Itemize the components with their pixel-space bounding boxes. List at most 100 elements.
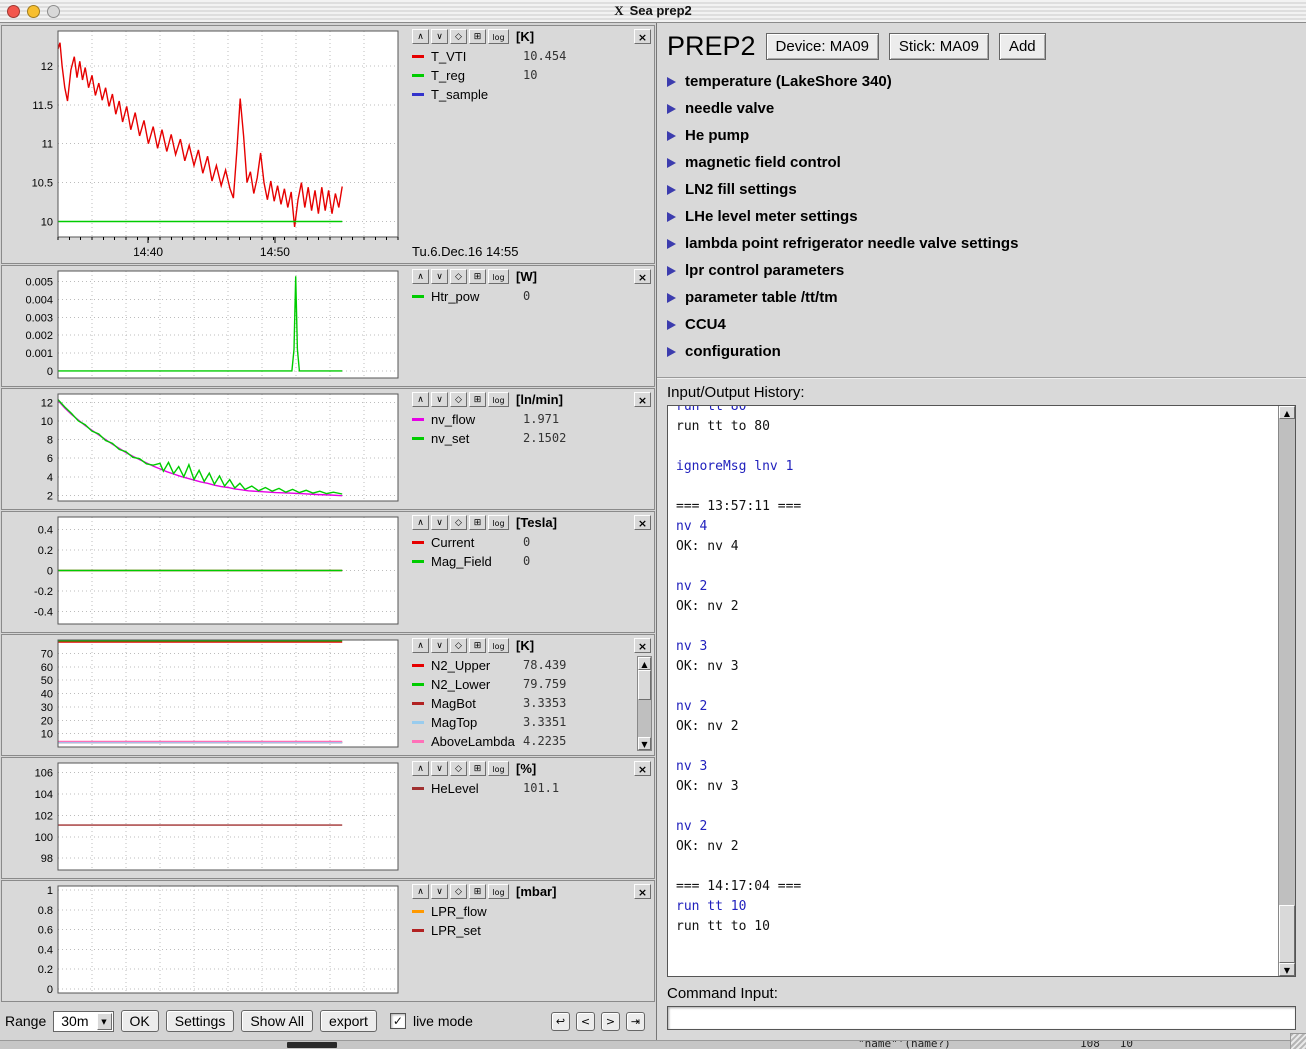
chart-scroll-down-button[interactable]: ∨: [431, 269, 448, 284]
chart-log-scale-button[interactable]: log: [488, 29, 509, 44]
legend-item-abovelambda[interactable]: AboveLambda4.2235: [412, 733, 633, 749]
chart-scroll-down-button[interactable]: ∨: [431, 515, 448, 530]
jump-latest-button[interactable]: ↩: [551, 1012, 570, 1031]
chart-close-button[interactable]: ×: [634, 392, 651, 407]
chart-log-scale-button[interactable]: log: [488, 392, 509, 407]
legend-item-lpr_flow[interactable]: LPR_flow: [412, 903, 651, 919]
section-magnetic-field-control[interactable]: magnetic field control: [657, 149, 1306, 176]
section-temperature-lakeshore-340[interactable]: temperature (LakeShore 340): [657, 68, 1306, 95]
section-parameter-table-tt-tm[interactable]: parameter table /tt/tm: [657, 284, 1306, 311]
chart-log-scale-button[interactable]: log: [488, 884, 509, 899]
chart-plot-nv-flow[interactable]: 12108642: [2, 389, 406, 509]
stick-button[interactable]: Stick: MA09: [889, 33, 989, 60]
chart-close-button[interactable]: ×: [634, 761, 651, 776]
chart-zoom-button[interactable]: ◇: [450, 29, 467, 44]
chart-scroll-up-button[interactable]: ∧: [412, 638, 429, 653]
section-lhe-level-meter-settings[interactable]: LHe level meter settings: [657, 203, 1306, 230]
section-configuration[interactable]: configuration: [657, 338, 1306, 365]
command-input[interactable]: [667, 1006, 1296, 1030]
window-titlebar[interactable]: XSea prep2: [0, 0, 1306, 23]
scrollbar-thumb[interactable]: [638, 670, 651, 700]
chart-zoom-button[interactable]: ◇: [450, 761, 467, 776]
section-he-pump[interactable]: He pump: [657, 122, 1306, 149]
io-history-scrollbar[interactable]: ▲ ▼: [1278, 406, 1295, 976]
range-select[interactable]: 30m ▼: [53, 1011, 113, 1032]
chart-grid-button[interactable]: ⊞: [469, 638, 486, 653]
scroll-down-button[interactable]: ▼: [1279, 963, 1295, 976]
chart-plot-n2[interactable]: 70605040302010: [2, 635, 406, 755]
chart-plot-he-level[interactable]: 10610410210098: [2, 758, 406, 878]
chart-grid-button[interactable]: ⊞: [469, 29, 486, 44]
window-resize-grip[interactable]: [1290, 1033, 1306, 1049]
legend-item-t_sample[interactable]: T_sample: [412, 86, 651, 102]
chart-log-scale-button[interactable]: log: [488, 638, 509, 653]
chart-scroll-down-button[interactable]: ∨: [431, 392, 448, 407]
section-ln2-fill-settings[interactable]: LN2 fill settings: [657, 176, 1306, 203]
legend-scrollbar[interactable]: ▲▼: [637, 656, 652, 751]
chart-grid-button[interactable]: ⊞: [469, 392, 486, 407]
legend-item-t_vti[interactable]: T_VTI10.454: [412, 48, 651, 64]
chart-log-scale-button[interactable]: log: [488, 761, 509, 776]
section-ccu4[interactable]: CCU4: [657, 311, 1306, 338]
chart-scroll-up-button[interactable]: ∧: [412, 515, 429, 530]
legend-item-magtop[interactable]: MagTop3.3351: [412, 714, 633, 730]
chart-log-scale-button[interactable]: log: [488, 515, 509, 530]
window-close-button[interactable]: [7, 5, 20, 18]
jump-end-button[interactable]: ⇥: [626, 1012, 645, 1031]
live-mode-checkbox[interactable]: ✓: [390, 1013, 406, 1029]
chart-scroll-down-button[interactable]: ∨: [431, 29, 448, 44]
legend-item-current[interactable]: Current0: [412, 534, 651, 550]
section-needle-valve[interactable]: needle valve: [657, 95, 1306, 122]
page-right-button[interactable]: >: [601, 1012, 620, 1031]
window-minimize-button[interactable]: [27, 5, 40, 18]
scrollbar-trough[interactable]: [638, 670, 651, 737]
scroll-up-button[interactable]: ▲: [1279, 406, 1295, 419]
chart-zoom-button[interactable]: ◇: [450, 884, 467, 899]
chart-zoom-button[interactable]: ◇: [450, 392, 467, 407]
legend-item-lpr_set[interactable]: LPR_set: [412, 922, 651, 938]
legend-item-nv_flow[interactable]: nv_flow1.971: [412, 411, 651, 427]
chart-plot-magnet[interactable]: 0.40.20-0.2-0.4: [2, 512, 406, 632]
chart-grid-button[interactable]: ⊞: [469, 269, 486, 284]
ok-button[interactable]: OK: [121, 1010, 159, 1032]
scrollbar-trough[interactable]: [1279, 419, 1295, 963]
chart-scroll-up-button[interactable]: ∧: [412, 761, 429, 776]
legend-item-n2_lower[interactable]: N2_Lower79.759: [412, 676, 633, 692]
chart-scroll-up-button[interactable]: ∧: [412, 269, 429, 284]
chart-zoom-button[interactable]: ◇: [450, 515, 467, 530]
scroll-up-button[interactable]: ▲: [638, 657, 651, 670]
chart-scroll-up-button[interactable]: ∧: [412, 884, 429, 899]
chart-scroll-down-button[interactable]: ∨: [431, 884, 448, 899]
chart-close-button[interactable]: ×: [634, 269, 651, 284]
chart-close-button[interactable]: ×: [634, 29, 651, 44]
io-history-box[interactable]: run tt 80run tt to 80 ignoreMsg lnv 1 ==…: [667, 405, 1296, 977]
chart-plot-heater[interactable]: 0.0050.0040.0030.0020.0010: [2, 266, 406, 386]
chart-plot-vti[interactable]: 1211.51110.51014:4014:50: [2, 26, 406, 263]
chart-grid-button[interactable]: ⊞: [469, 884, 486, 899]
chart-scroll-down-button[interactable]: ∨: [431, 638, 448, 653]
legend-item-htr_pow[interactable]: Htr_pow0: [412, 288, 651, 304]
legend-item-magbot[interactable]: MagBot3.3353: [412, 695, 633, 711]
scrollbar-thumb[interactable]: [1279, 905, 1295, 963]
export-button[interactable]: export: [320, 1010, 377, 1032]
settings-button[interactable]: Settings: [166, 1010, 235, 1032]
chart-close-button[interactable]: ×: [634, 884, 651, 899]
chart-zoom-button[interactable]: ◇: [450, 638, 467, 653]
chart-scroll-up-button[interactable]: ∧: [412, 392, 429, 407]
chart-grid-button[interactable]: ⊞: [469, 515, 486, 530]
chart-zoom-button[interactable]: ◇: [450, 269, 467, 284]
chart-scroll-down-button[interactable]: ∨: [431, 761, 448, 776]
show-all-button[interactable]: Show All: [241, 1010, 313, 1032]
chart-scroll-up-button[interactable]: ∧: [412, 29, 429, 44]
legend-item-t_reg[interactable]: T_reg10: [412, 67, 651, 83]
legend-item-nv_set[interactable]: nv_set2.1502: [412, 430, 651, 446]
add-button[interactable]: Add: [999, 33, 1046, 60]
chart-plot-lpr[interactable]: 10.80.60.40.20: [2, 881, 406, 1001]
legend-item-helevel[interactable]: HeLevel101.1: [412, 780, 651, 796]
device-button[interactable]: Device: MA09: [766, 33, 879, 60]
section-lpr-control-parameters[interactable]: lpr control parameters: [657, 257, 1306, 284]
window-zoom-button[interactable]: [47, 5, 60, 18]
chart-grid-button[interactable]: ⊞: [469, 761, 486, 776]
chart-close-button[interactable]: ×: [634, 515, 651, 530]
section-lambda-point-refrigerator-needle-valve-settings[interactable]: lambda point refrigerator needle valve s…: [657, 230, 1306, 257]
